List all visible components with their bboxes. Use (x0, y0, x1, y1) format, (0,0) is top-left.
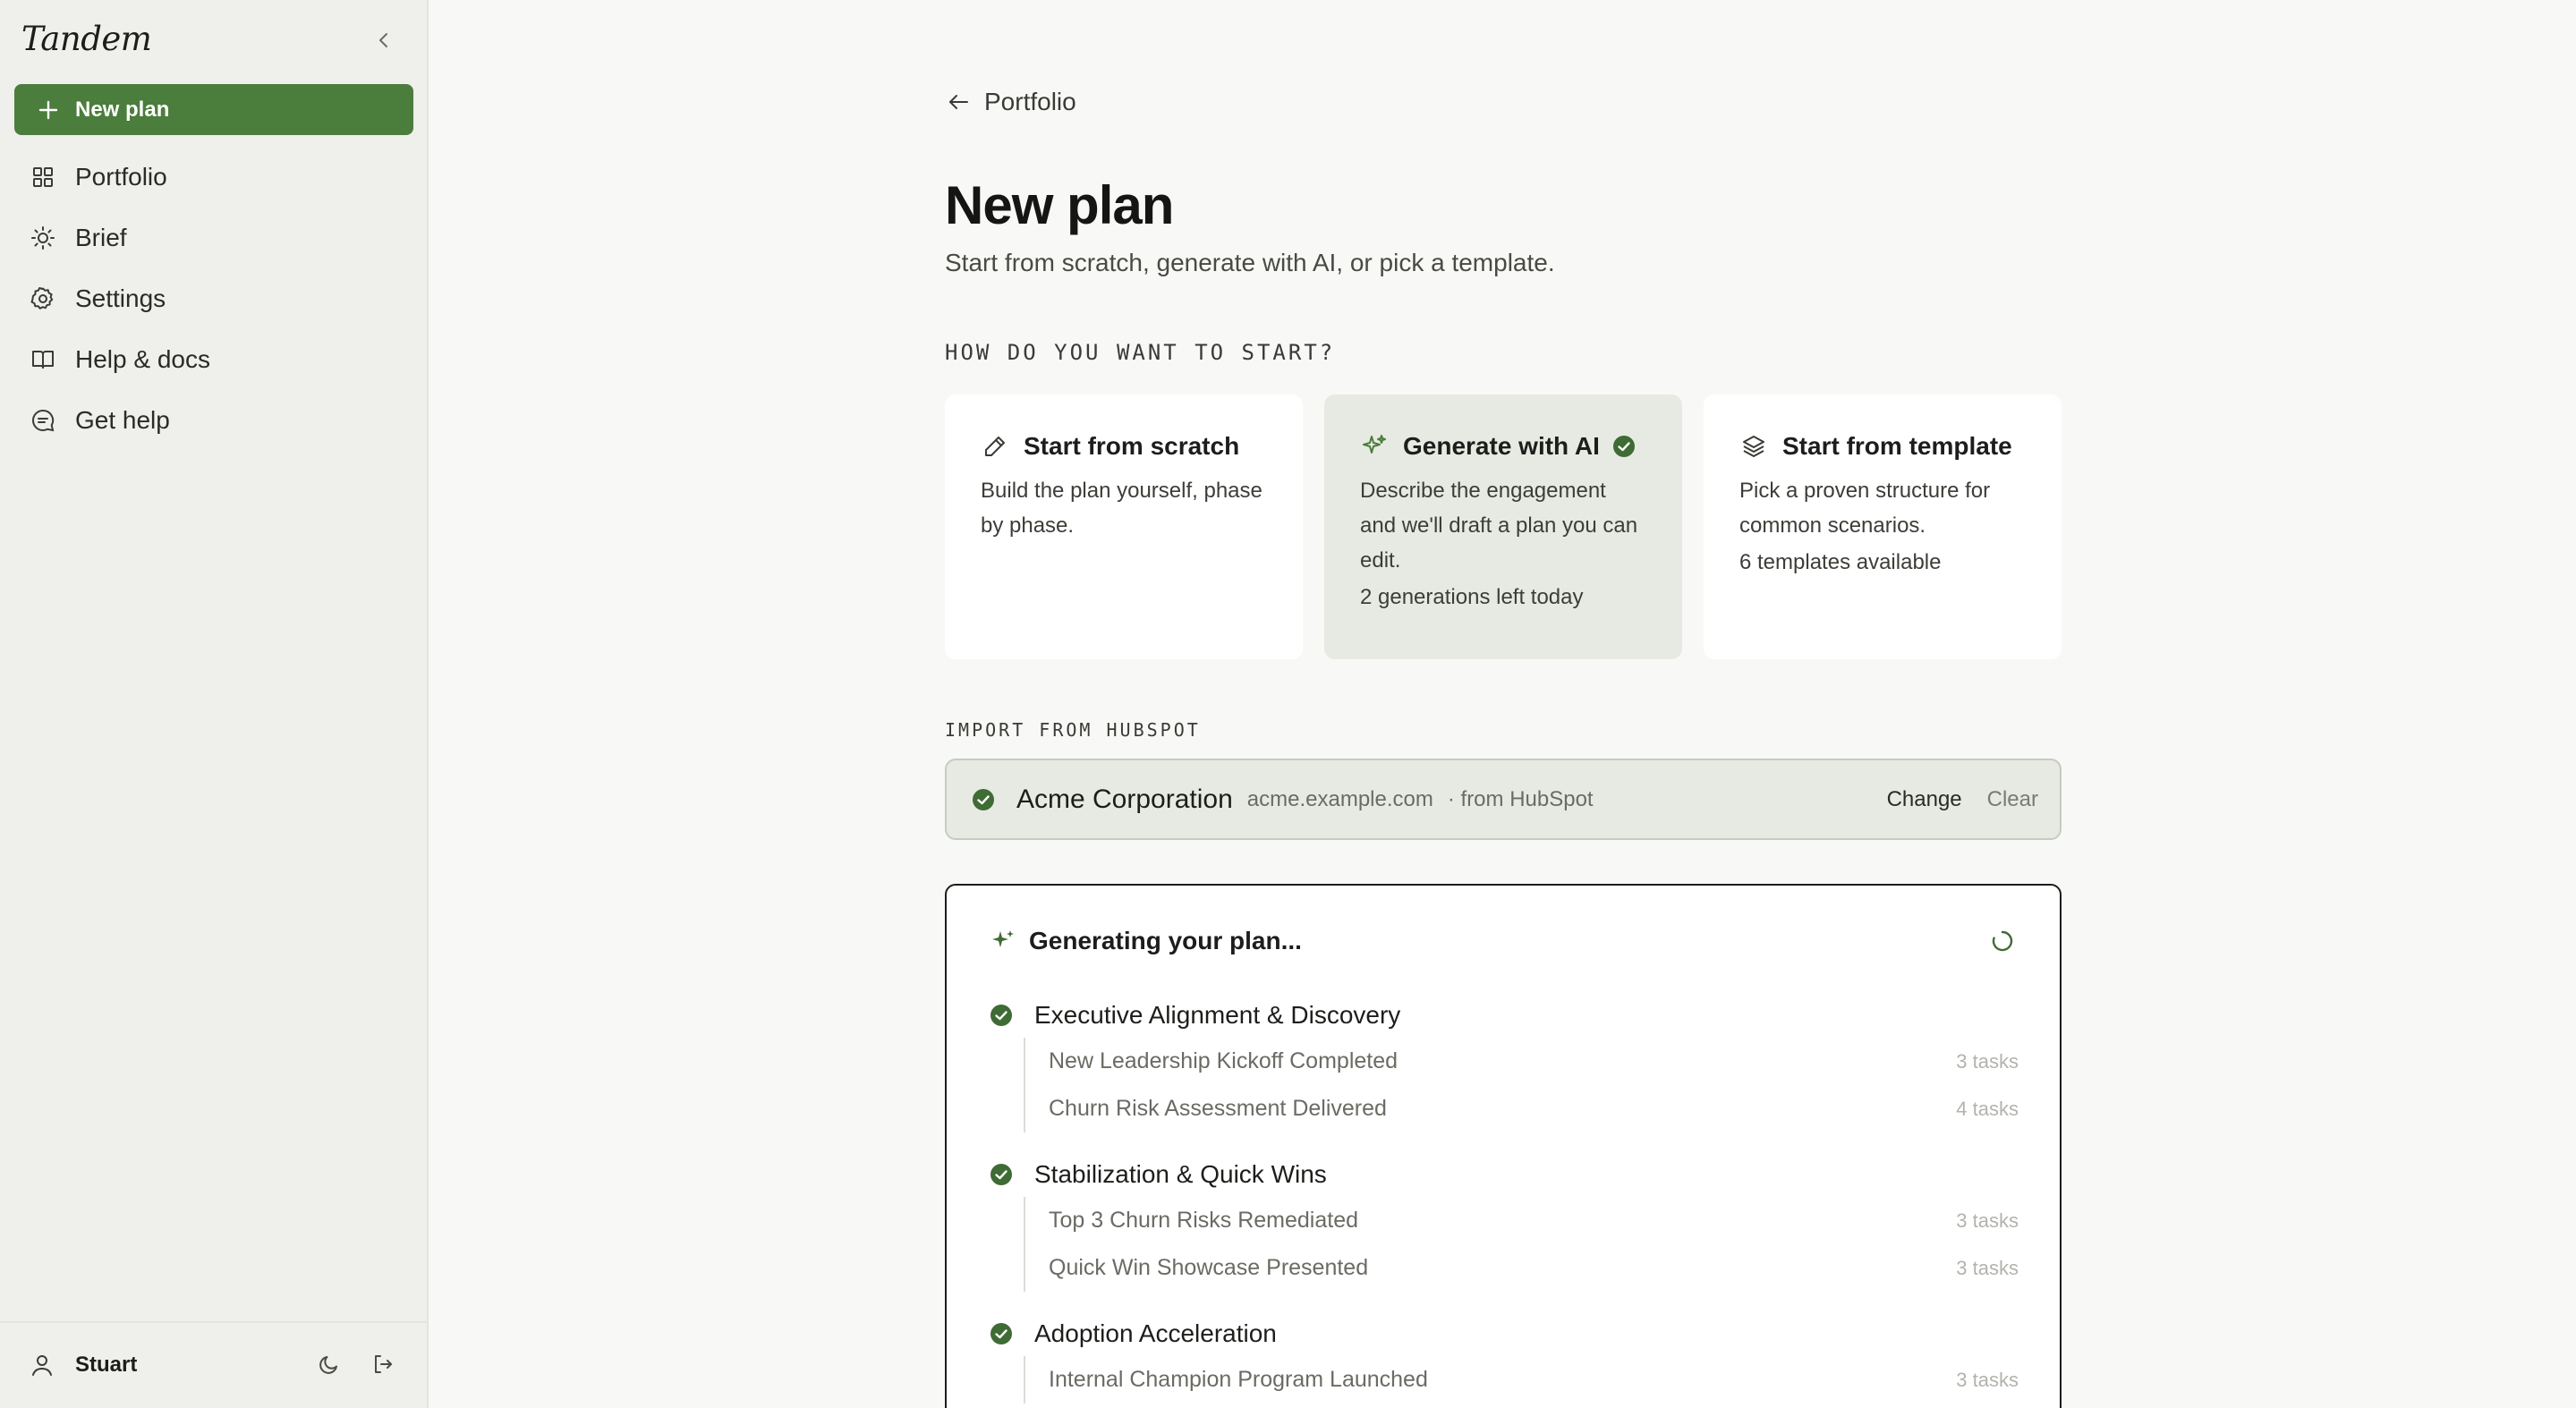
sparkle-icon (992, 930, 1014, 947)
user-name: Stuart (75, 1353, 138, 1377)
logout-icon[interactable] (369, 1350, 397, 1378)
milestone-name: Churn Risk Assessment Delivered (1049, 1096, 1387, 1121)
sparkle-icon (1360, 432, 1389, 461)
arrow-left-icon (949, 95, 968, 109)
import-section-label: IMPORT FROM HUBSPOT (945, 719, 1201, 741)
option-start-from-scratch[interactable]: Start from scratch Build the plan yourse… (945, 394, 1303, 659)
sidebar-item-label: Settings (75, 284, 166, 312)
chat-icon (29, 406, 57, 435)
option-start-from-template[interactable]: Start from template Pick a proven struct… (1704, 394, 2062, 659)
clear-button[interactable]: Clear (1987, 787, 2038, 812)
task-count: 3 tasks (1956, 1256, 2019, 1279)
option-meta: 2 generations left today (1360, 585, 1584, 609)
phase-name: Adoption Acceleration (1034, 1319, 1277, 1347)
phase-item: Adoption Acceleration Internal Champion … (990, 1311, 2019, 1404)
sidebar-item-label: Help & docs (75, 345, 210, 373)
generation-header: Generating your plan... (990, 927, 1302, 955)
sidebar-item-label: Brief (75, 224, 127, 251)
sidebar-item-settings[interactable]: Settings (14, 268, 413, 329)
task-count: 3 tasks (1956, 1368, 2019, 1391)
company-source: · from HubSpot (1447, 786, 1594, 811)
chevron-left-icon (379, 33, 387, 47)
new-plan-button[interactable]: New plan (14, 84, 413, 135)
sidebar-item-help-docs[interactable]: Help & docs (14, 329, 413, 390)
sun-icon (29, 224, 57, 252)
phase-name: Stabilization & Quick Wins (1034, 1160, 1327, 1188)
moon-icon[interactable] (315, 1350, 344, 1378)
check-circle-icon (990, 1005, 1012, 1026)
start-options: Start from scratch Build the plan yourse… (945, 394, 2062, 659)
page-subtitle: Start from scratch, generate with AI, or… (945, 249, 1555, 276)
milestone-list: Internal Champion Program Launched 3 tas… (1024, 1356, 2019, 1404)
option-description: Build the plan yourself, phase by phase. (981, 479, 1262, 538)
new-plan-label: New plan (75, 97, 170, 122)
layers-icon (1739, 432, 1768, 461)
sidebar: Tandem New plan Portfolio Brief Settings (0, 0, 429, 1408)
check-circle-icon (990, 1323, 1012, 1344)
brand-logo: Tandem (21, 20, 152, 58)
generation-title: Generating your plan... (1029, 927, 1302, 954)
grid-icon (29, 163, 57, 191)
import-actions: Change Clear (1887, 787, 2038, 812)
check-circle-icon (990, 1164, 1012, 1185)
task-count: 4 tasks (1956, 1097, 2019, 1120)
task-count: 3 tasks (1956, 1049, 2019, 1073)
option-meta: 6 templates available (1739, 550, 1942, 574)
plus-icon (38, 100, 58, 119)
milestone-list: Top 3 Churn Risks Remediated 3 tasks Qui… (1024, 1197, 2019, 1292)
generation-panel: Generating your plan... Executive Alignm… (945, 884, 2062, 1408)
milestone-item: Quick Win Showcase Presented 3 tasks (1049, 1244, 2019, 1292)
milestone-item: Churn Risk Assessment Delivered 4 tasks (1049, 1085, 2019, 1132)
check-circle-icon (1612, 436, 1635, 457)
sidebar-item-portfolio[interactable]: Portfolio (14, 147, 413, 208)
phase-item: Stabilization & Quick Wins Top 3 Churn R… (990, 1152, 2019, 1292)
milestone-name: Internal Champion Program Launched (1049, 1367, 1428, 1392)
page-title: New plan (945, 175, 1174, 235)
milestone-item: Top 3 Churn Risks Remediated 3 tasks (1049, 1197, 2019, 1244)
phase-list: Executive Alignment & Discovery New Lead… (990, 993, 2019, 1408)
option-description: Describe the engagement and we'll draft … (1360, 479, 1638, 573)
back-link-label: Portfolio (984, 88, 1076, 115)
change-button[interactable]: Change (1887, 787, 1962, 812)
check-circle-icon (973, 788, 994, 810)
milestone-item: New Leadership Kickoff Completed 3 tasks (1049, 1038, 2019, 1085)
milestone-name: New Leadership Kickoff Completed (1049, 1048, 1399, 1073)
user-icon (32, 1355, 52, 1376)
option-title: Generate with AI (1403, 432, 1600, 460)
gear-icon (29, 284, 57, 313)
collapse-sidebar-button[interactable] (369, 25, 399, 55)
milestone-name: Top 3 Churn Risks Remediated (1049, 1208, 1358, 1233)
pencil-icon (981, 432, 1009, 461)
phase-item: Executive Alignment & Discovery New Lead… (990, 993, 2019, 1132)
milestone-list: New Leadership Kickoff Completed 3 tasks… (1024, 1038, 2019, 1132)
start-section-label: HOW DO YOU WANT TO START? (945, 340, 1336, 365)
option-title: Start from scratch (1024, 432, 1240, 460)
company-name: Acme Corporation (1016, 784, 1233, 814)
phase-name: Executive Alignment & Discovery (1034, 1001, 1401, 1029)
footer-actions (315, 1350, 397, 1378)
sidebar-item-get-help[interactable]: Get help (14, 390, 413, 451)
option-generate-with-ai[interactable]: Generate with AI Describe the engagement… (1324, 394, 1682, 659)
milestone-name: Quick Win Showcase Presented (1049, 1255, 1369, 1280)
task-count: 3 tasks (1956, 1209, 2019, 1232)
back-to-portfolio-link[interactable]: Portfolio (945, 88, 1076, 116)
sidebar-item-label: Portfolio (75, 163, 167, 191)
sidebar-nav: Portfolio Brief Settings Help & docs Get… (14, 147, 413, 451)
option-description: Pick a proven structure for common scena… (1739, 479, 1991, 538)
milestone-item: Internal Champion Program Launched 3 tas… (1049, 1356, 2019, 1404)
company-domain: acme.example.com (1246, 786, 1433, 811)
user-profile[interactable]: Stuart (29, 1352, 137, 1378)
sidebar-item-brief[interactable]: Brief (14, 208, 413, 268)
sidebar-footer: Stuart (0, 1321, 427, 1408)
book-icon (29, 345, 57, 374)
sidebar-item-label: Get help (75, 406, 170, 434)
hubspot-import-bar: Acme Corporation acme.example.com · from… (945, 759, 2062, 840)
option-title: Start from template (1782, 432, 2012, 460)
loading-spinner-icon (1992, 930, 2013, 952)
